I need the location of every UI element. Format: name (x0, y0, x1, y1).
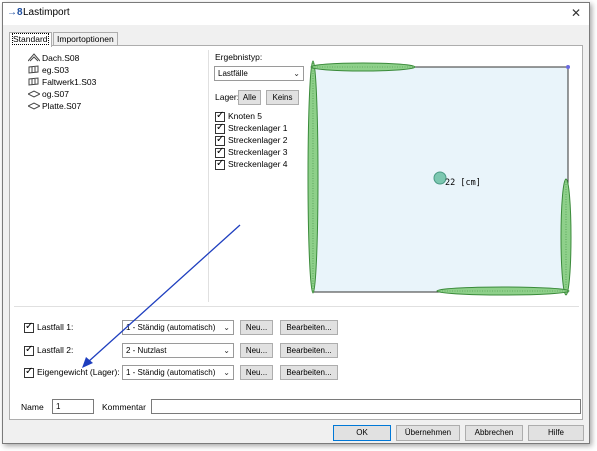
lager-item-label: Streckenlager 2 (228, 135, 288, 145)
lager-checkbox-streckenlager1[interactable] (215, 122, 225, 134)
name-input[interactable] (52, 399, 94, 414)
lager-item-label: Streckenlager 4 (228, 159, 288, 169)
chevron-down-icon: ⌄ (223, 368, 230, 377)
tab-importoptionen[interactable]: Importoptionen (53, 32, 118, 46)
apply-button[interactable]: Übernehmen (396, 425, 460, 441)
slab-icon (28, 102, 40, 110)
eigengewicht-checkbox[interactable] (24, 366, 34, 378)
help-button[interactable]: Hilfe (528, 425, 584, 441)
lastfall1-select[interactable]: 1 - Ständig (automatisch) ⌄ (122, 320, 234, 335)
lastfall1-new-button[interactable]: Neu... (240, 320, 273, 335)
name-label: Name (21, 402, 44, 412)
lager-checkbox-streckenlager3[interactable] (215, 146, 225, 158)
corner-node (566, 65, 570, 69)
title-bar[interactable]: →8 Lastimport ✕ (3, 3, 589, 25)
alle-button[interactable]: Alle (238, 90, 261, 105)
tree-item-dach[interactable]: Dach.S08 (28, 52, 79, 64)
lastfall1-edit-button[interactable]: Bearbeiten... (280, 320, 338, 335)
tab-importoptionen-label: Importoptionen (57, 34, 114, 44)
ergebnistyp-value: Lastfälle (218, 69, 248, 78)
tree-item-label: Platte.S07 (42, 101, 82, 111)
tree-item-og[interactable]: og.S07 (28, 88, 69, 100)
tree-item-platte[interactable]: Platte.S07 (28, 100, 81, 112)
wall-icon (28, 77, 39, 86)
ergebnistyp-select[interactable]: Lastfälle ⌄ (214, 66, 304, 81)
lager-checkbox-knoten5[interactable] (215, 110, 225, 122)
window-title: Lastimport (23, 7, 70, 18)
ergebnistyp-label: Ergebnistyp: (215, 52, 263, 62)
kommentar-input[interactable] (151, 399, 581, 414)
lager-item-label: Streckenlager 3 (228, 147, 288, 157)
slab-icon (28, 90, 40, 98)
kommentar-label: Kommentar (102, 402, 146, 412)
lager-item-label: Streckenlager 1 (228, 123, 288, 133)
lastfall1-label: Lastfall 1: (37, 322, 74, 332)
eigengewicht-new-button[interactable]: Neu... (240, 365, 273, 380)
dimension-label: 22 [cm] (445, 178, 481, 188)
lastfall2-label: Lastfall 2: (37, 345, 74, 355)
lager-item-label: Knoten 5 (228, 111, 263, 121)
tree-item-label: og.S07 (42, 89, 69, 99)
tab-standard[interactable]: Standard (9, 32, 52, 47)
lastfall2-edit-button[interactable]: Bearbeiten... (280, 343, 338, 358)
chevron-down-icon: ⌄ (293, 69, 300, 78)
wall-icon (28, 65, 39, 74)
model-preview[interactable]: 22 [cm] (303, 57, 575, 300)
tree-item-faltwerk[interactable]: Faltwerk1.S03 (28, 76, 96, 88)
lastfall1-value: 1 - Ständig (automatisch) (126, 323, 216, 332)
tree-item-label: eg.S03 (42, 65, 69, 75)
chevron-down-icon: ⌄ (223, 323, 230, 332)
eigengewicht-edit-button[interactable]: Bearbeiten... (280, 365, 338, 380)
roof-icon (28, 53, 40, 62)
lager-checkbox-streckenlager4[interactable] (215, 158, 225, 170)
tree-item-eg[interactable]: eg.S03 (28, 64, 69, 76)
ok-button[interactable]: OK (333, 425, 391, 441)
horizontal-divider (14, 306, 579, 307)
close-icon[interactable]: ✕ (567, 5, 585, 21)
lager-checkbox-streckenlager2[interactable] (215, 134, 225, 146)
tree-item-label: Faltwerk1.S03 (42, 77, 97, 87)
import-arrow-icon: →8 (7, 7, 23, 18)
cancel-button[interactable]: Abbrechen (465, 425, 523, 441)
chevron-down-icon: ⌄ (223, 346, 230, 355)
lastfall1-checkbox[interactable] (24, 321, 34, 333)
eigengewicht-value: 1 - Ständig (automatisch) (126, 368, 216, 377)
tree-item-label: Dach.S08 (42, 53, 80, 63)
lastfall2-new-button[interactable]: Neu... (240, 343, 273, 358)
lastfall2-value: 2 - Nutzlast (126, 346, 167, 355)
vertical-divider (208, 50, 209, 302)
lastfall2-checkbox[interactable] (24, 344, 34, 356)
eigengewicht-label: Eigengewicht (Lager): (37, 367, 120, 377)
eigengewicht-select[interactable]: 1 - Ständig (automatisch) ⌄ (122, 365, 234, 380)
keins-button[interactable]: Keins (266, 90, 299, 105)
lager-label: Lager: (215, 92, 240, 102)
lastfall2-select[interactable]: 2 - Nutzlast ⌄ (122, 343, 234, 358)
tab-standard-label: Standard (12, 33, 49, 45)
